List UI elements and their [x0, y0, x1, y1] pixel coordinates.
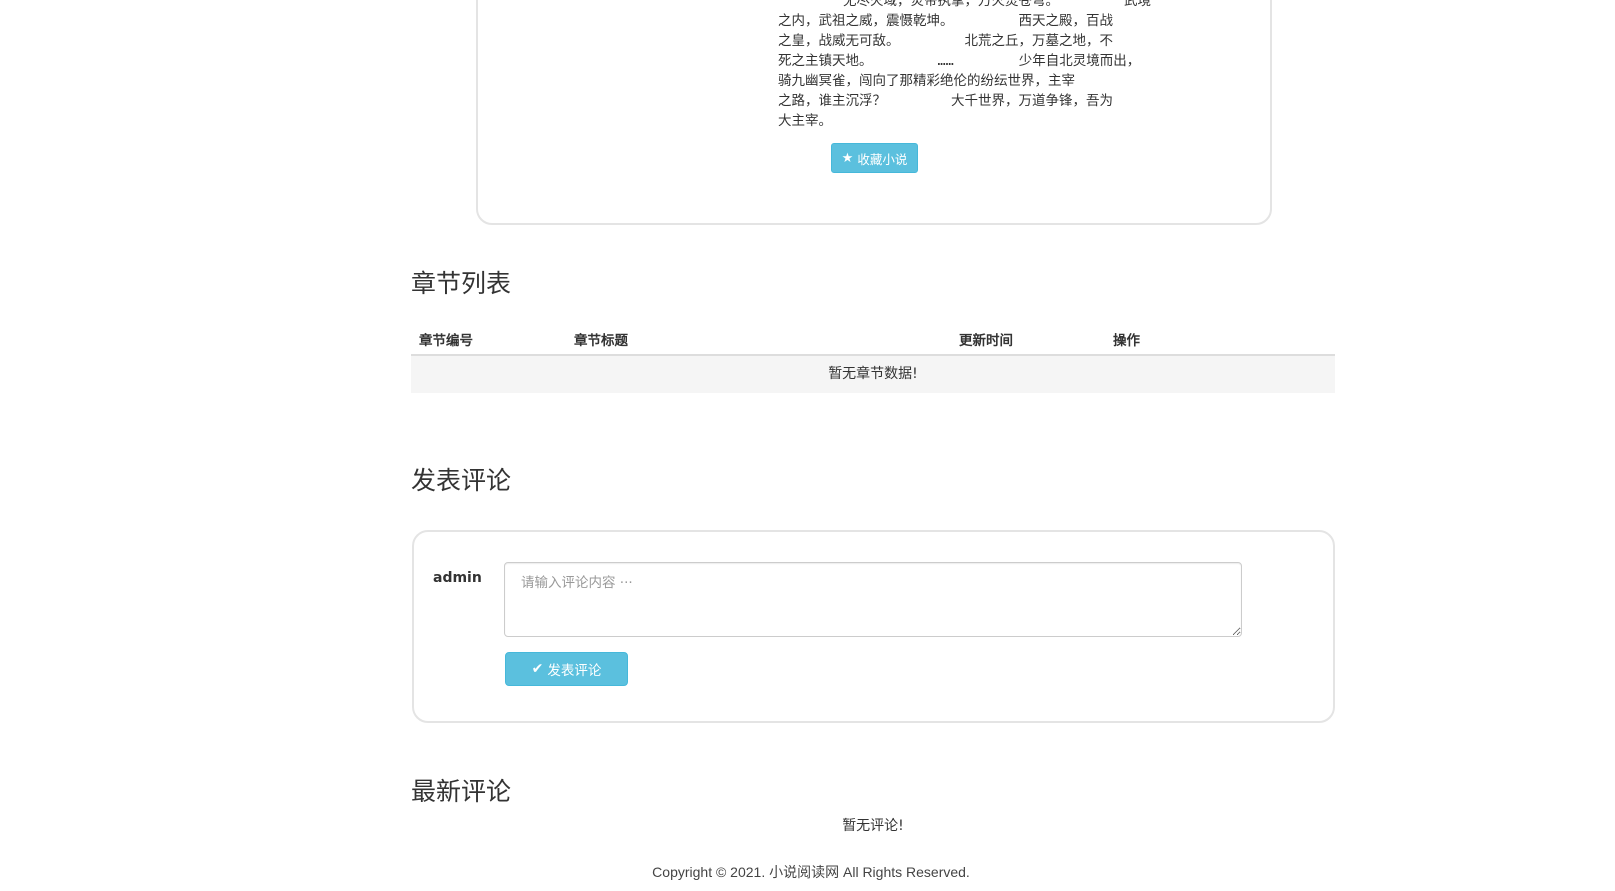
favorite-button-label: 收藏小说 [857, 151, 908, 167]
column-chapter-number: 章节编号 [419, 333, 473, 349]
comment-input[interactable] [504, 562, 1242, 637]
chapter-empty-row: 暂无章节数据! [411, 356, 1335, 393]
comment-username: admin [433, 570, 482, 586]
column-actions: 操作 [1113, 333, 1140, 349]
novel-intro: 无尽火域，炎帝执掌，万火焚苍穹。 武境 之内，武祖之威，震慑乾坤。 西天之殿，百… [778, 0, 1151, 129]
column-chapter-title: 章节标题 [574, 333, 628, 349]
star-icon: ★ [841, 150, 854, 166]
no-comments-text: 暂无评论! [842, 818, 904, 834]
footer-copyright: Copyright © 2021. 小说阅读网 All Rights Reser… [652, 864, 970, 880]
latest-comments-title: 最新评论 [411, 777, 512, 806]
chapter-table-header: 章节编号 章节标题 更新时间 操作 [411, 318, 1335, 356]
chapter-list-title: 章节列表 [411, 269, 512, 298]
check-icon: ✔ [531, 661, 544, 677]
submit-comment-button[interactable]: ✔ 发表评论 [505, 652, 628, 686]
chapter-table: 章节编号 章节标题 更新时间 操作 暂无章节数据! [411, 318, 1335, 393]
column-update-time: 更新时间 [959, 333, 1013, 349]
favorite-novel-button[interactable]: ★ 收藏小说 [831, 143, 918, 173]
post-comment-title: 发表评论 [411, 466, 512, 495]
submit-comment-label: 发表评论 [547, 663, 602, 679]
